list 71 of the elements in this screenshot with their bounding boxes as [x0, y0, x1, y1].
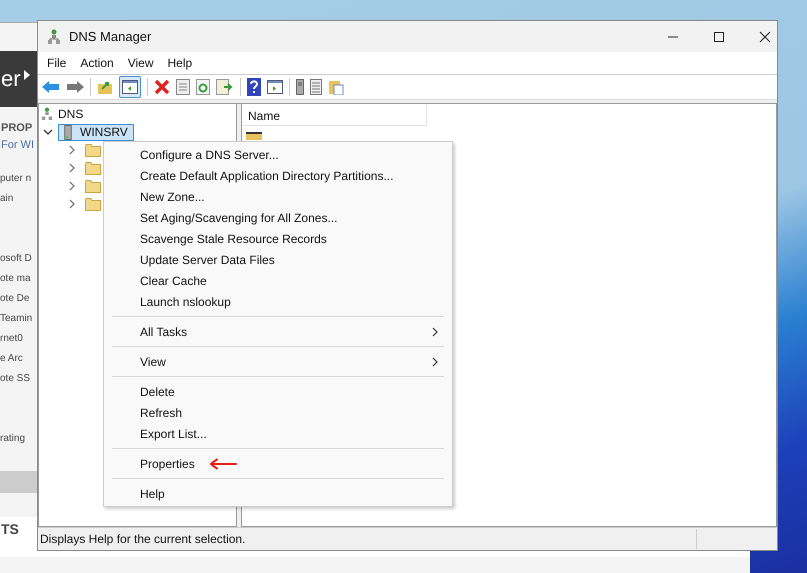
- server-network-icon: [41, 107, 53, 121]
- maximize-icon[interactable]: [713, 30, 725, 42]
- menu-item[interactable]: View: [120, 56, 160, 70]
- triangle-icon: [24, 70, 30, 80]
- chevron-right-icon: [432, 356, 438, 366]
- close-icon[interactable]: [759, 30, 771, 42]
- chevron-icon[interactable]: [67, 163, 77, 173]
- property-label: Teamin: [0, 313, 32, 324]
- tree-item[interactable]: WINSRV: [58, 124, 134, 140]
- menu-item[interactable]: Delete: [104, 381, 452, 402]
- menu-item[interactable]: Action: [73, 56, 121, 70]
- refresh-icon[interactable]: [196, 79, 210, 95]
- properties-sheet-icon[interactable]: [176, 79, 190, 95]
- tree-item[interactable]: DNS: [58, 107, 84, 121]
- menu-item[interactable]: New Zone...: [104, 186, 452, 207]
- menu-item[interactable]: Configure a DNS Server...: [104, 144, 452, 165]
- menu-item[interactable]: Create Default Application Directory Partitions...: [104, 165, 452, 186]
- annotation-arrow: [208, 458, 237, 470]
- menu-item[interactable]: Refresh: [104, 402, 452, 423]
- property-label: rnet0: [0, 333, 23, 344]
- property-label: osoft D: [0, 253, 32, 264]
- export-list-icon[interactable]: [216, 79, 234, 95]
- property-label: rating: [0, 433, 26, 444]
- folder-icon[interactable]: [85, 180, 101, 192]
- menu-item[interactable]: Scavenge Stale Resource Records: [104, 228, 452, 249]
- property-label: ote SS: [0, 373, 30, 384]
- property-label: ain: [0, 193, 14, 204]
- menu-item[interactable]: Set Aging/Scavenging for All Zones...: [104, 207, 452, 228]
- server-icon[interactable]: [296, 79, 304, 95]
- chevron-icon[interactable]: [67, 199, 77, 209]
- menu-item[interactable]: Help: [104, 483, 452, 504]
- section-subtitle: For WI: [0, 139, 35, 151]
- clipboard-icon[interactable]: [328, 79, 344, 95]
- forward-arrow-icon[interactable]: [66, 80, 84, 94]
- section-title: TS: [1, 521, 19, 537]
- folder-icon: [246, 132, 262, 140]
- status-text: Displays Help for the current selection.: [40, 532, 246, 546]
- menu-item[interactable]: File: [40, 56, 74, 70]
- delete-icon[interactable]: [154, 79, 170, 95]
- window-title: DNS Manager: [69, 29, 152, 44]
- console-tree-toggle[interactable]: [119, 76, 141, 98]
- menu-item[interactable]: Properties: [104, 453, 452, 474]
- menu-item[interactable]: Export List...: [104, 423, 452, 444]
- server-network-icon: [47, 28, 61, 44]
- property-label: ote ma: [0, 273, 31, 284]
- server-icon: [64, 124, 72, 140]
- menu-item[interactable]: Help: [160, 56, 200, 70]
- chevron-icon[interactable]: [67, 145, 77, 155]
- list-icon[interactable]: [310, 79, 322, 95]
- folder-icon[interactable]: [85, 162, 101, 174]
- property-label: e Arc: [0, 353, 23, 364]
- header-title: er: [1, 66, 21, 92]
- chevron-icon[interactable]: [67, 181, 77, 191]
- property-label: ote De: [0, 293, 30, 304]
- folder-icon[interactable]: [85, 144, 101, 156]
- menu-item[interactable]: Update Server Data Files: [104, 249, 452, 270]
- folder-up-icon[interactable]: [97, 79, 113, 95]
- back-arrow-icon[interactable]: [42, 80, 60, 94]
- property-label: puter n: [0, 173, 32, 184]
- chevron-icon[interactable]: [43, 127, 53, 137]
- menu-item[interactable]: All Tasks: [104, 321, 452, 342]
- chevron-right-icon: [432, 326, 438, 336]
- pane-icon: [122, 80, 138, 94]
- column-header[interactable]: Name: [242, 104, 427, 126]
- help-icon[interactable]: [247, 78, 261, 96]
- menu-item[interactable]: Clear Cache: [104, 270, 452, 291]
- pane-icon[interactable]: [267, 80, 283, 94]
- menu-item[interactable]: View: [104, 351, 452, 372]
- menu-item[interactable]: Launch nslookup: [104, 291, 452, 312]
- section-title: PROP: [0, 122, 34, 134]
- folder-icon[interactable]: [85, 198, 101, 210]
